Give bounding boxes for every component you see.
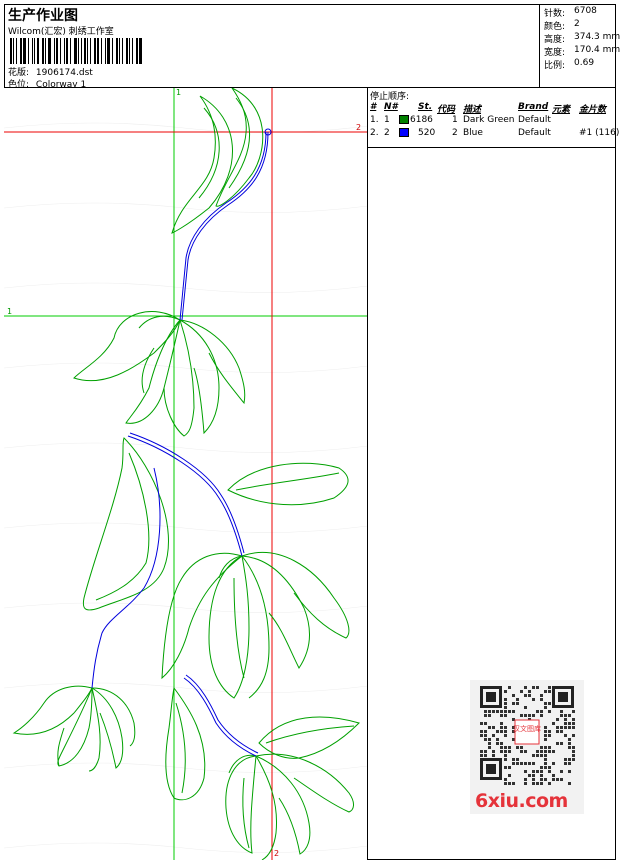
row-brand: Default bbox=[518, 115, 551, 125]
row-needle: 1 bbox=[384, 115, 390, 125]
studio-subtitle: Wilcom(汇宏) 刺绣工作室 bbox=[8, 27, 114, 37]
row-index: 1. bbox=[370, 115, 379, 125]
watermark-logo: 6xiu.com bbox=[475, 790, 568, 812]
design-preview: 1 1 2 2 bbox=[4, 88, 368, 860]
col-header: 代码 bbox=[437, 105, 456, 115]
page-title: 生产作业图 bbox=[8, 8, 78, 24]
col-header: 元素 bbox=[552, 105, 571, 115]
stats-panel: 针数: 6708 颜色: 2 高度: 374.3 mm 宽度: 170.4 mm 比例:… bbox=[540, 4, 620, 88]
row-sequins: #1 (116) bbox=[579, 128, 620, 138]
stat-height: 高度: 374.3 mm bbox=[544, 32, 620, 45]
col-header: # bbox=[370, 102, 377, 112]
marker-v2: 2 bbox=[274, 849, 279, 858]
row-desc: Dark Green bbox=[463, 115, 515, 125]
marker-v1: 1 bbox=[176, 88, 181, 97]
stem-lines bbox=[91, 131, 269, 757]
stop-sequence-panel: 停止顺序: # N# St. 代码 描述 Brand 元素 金片数 1. 1 6… bbox=[368, 88, 620, 148]
leaf-outlines bbox=[12, 88, 360, 860]
stat-width: 宽度: 170.4 mm bbox=[544, 45, 620, 58]
stat-stitches: 针数: 6708 bbox=[544, 6, 597, 19]
row-code: 1 bbox=[452, 115, 458, 125]
row-brand: Default bbox=[518, 128, 551, 138]
stat-scale: 比例: 0.69 bbox=[544, 58, 595, 71]
stop-sequence-heading: 停止顺序: bbox=[370, 92, 410, 102]
col-header: St. bbox=[418, 102, 433, 112]
fabric-texture bbox=[4, 122, 367, 853]
marker-h2: 2 bbox=[356, 123, 361, 132]
barcode bbox=[10, 38, 144, 64]
stat-colors: 颜色: 2 bbox=[544, 19, 580, 32]
color-swatch bbox=[399, 115, 409, 124]
col-header: 描述 bbox=[463, 105, 482, 115]
row-stitches: 6186 bbox=[410, 115, 433, 125]
row-stitches: 520 bbox=[418, 128, 436, 138]
col-header: 金片数 bbox=[579, 105, 607, 115]
qr-code-image: 汉文图库 bbox=[480, 686, 575, 785]
header-panel: 生产作业图 Wilcom(汇宏) 刺绣工作室 花版: 1906174.dst 色… bbox=[4, 4, 540, 90]
row-index: 2. bbox=[370, 128, 379, 138]
marker-h1: 1 bbox=[7, 307, 12, 316]
qr-center-label: 汉文图库 bbox=[513, 724, 541, 733]
col-header: N# bbox=[384, 102, 398, 112]
color-swatch bbox=[399, 128, 409, 137]
row-code: 2 bbox=[452, 128, 458, 138]
row-desc: Blue bbox=[463, 128, 483, 138]
embroidery-drawing: 1 1 2 2 bbox=[4, 88, 367, 860]
col-header: Brand bbox=[518, 102, 549, 112]
row-needle: 2 bbox=[384, 128, 390, 138]
